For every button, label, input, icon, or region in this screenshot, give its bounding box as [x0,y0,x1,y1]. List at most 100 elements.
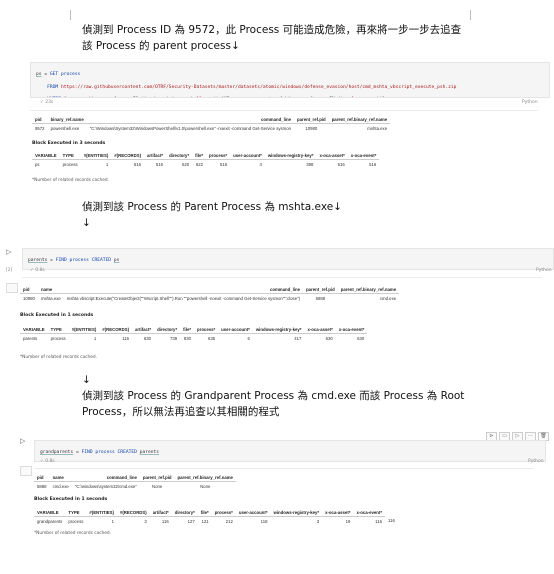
block-executed-label: Block Executed in 1 seconds [20,313,94,318]
column-header: directory* [171,509,198,517]
column-header: name [37,286,64,294]
column-header: x-oca-event* [353,509,385,517]
column-header: windows-registry-key* [270,509,323,517]
table-cell: 516 [133,161,142,167]
table-cell: None [152,483,163,489]
column-header: parent_ref.binary_ref.name [174,474,236,482]
table-cell: process [62,161,78,167]
code-cell-1[interactable]: ps = GET process FROM https://raw.github… [30,62,550,98]
column-header: directory* [154,326,181,334]
column-header: command_line [63,286,304,294]
language-label[interactable]: Python [522,100,538,105]
column-header: parent_ref.binary_ref.name [328,116,391,124]
column-header: #(RECORDS) [99,326,133,334]
markdown-cell-3: ↓ 偵測到該 Process 的 Grandparent Process 為 c… [82,372,502,420]
stats-table-2: VARIABLE TYPE #(ENTITIES) #(RECORDS) art… [20,326,368,343]
table-cell: 212 [225,518,233,524]
code-line: FROM https://raw.githubusercontent.com/O… [47,84,457,90]
output-divider [22,277,542,278]
exec-time: ✓ 23s [40,100,54,105]
table-cell: 630 [325,335,333,341]
column-header: VARIABLE [32,152,60,160]
output-gutter[interactable] [6,283,18,293]
corner-mark-top-left [62,10,71,20]
table-cell: ps [35,161,40,167]
language-label[interactable]: Python [536,268,552,273]
table-header-row: pid binary_ref.name command_line parent_… [32,116,391,124]
column-header: x-oca-event* [347,152,380,160]
table-cell: 4 [259,161,262,167]
table-cell: process [50,335,66,341]
code-line: WHERE [process:binary_ref.name IN ('cmd.… [36,97,544,98]
table-cell: 5888 [37,483,47,489]
table-cell: mshta.exe [40,295,61,301]
column-header: process* [194,326,219,334]
markdown-line: Process，所以無法再追查以其相關的程式 [82,406,280,418]
column-header: user-account* [218,326,253,334]
table-cell: 3 [316,518,320,524]
exec-time: ✓ 0.8s [30,268,45,273]
table-cell: 5888 [315,295,326,301]
column-header: user-account* [230,152,265,160]
column-header: VARIABLE [34,509,66,517]
column-header: directory* [166,152,193,160]
cache-note: *Number of related records cached. [20,355,97,360]
cache-note: *Number of related records cached. [34,531,111,536]
column-header: VARIABLE [20,326,48,334]
table-row: grandparents process 1 3 116 127 121 212… [34,517,398,526]
column-header: pid [34,474,50,482]
result-table-3: pid name command_line parent_ref.pid par… [34,474,236,490]
table-cell: 118 [260,518,268,524]
output-divider [34,468,534,469]
table-cell: 635 [208,335,216,341]
table-cell: 116 [161,518,169,524]
table-cell: 516 [337,161,345,167]
table-cell: process [68,518,84,524]
code-cell-3[interactable]: grandparents = FIND process CREATED pare… [34,440,546,462]
column-header: TYPE [65,509,87,517]
code-line: ps = GET process [36,72,81,78]
column-header: windows-registry-key* [252,326,305,334]
table-cell: "C:\windows\system32\cmd.exe" [74,483,137,489]
column-header: #(RECORDS) [111,152,145,160]
table-cell: 3 [144,518,147,524]
table-cell: 9572 [35,125,45,131]
table-cell: cmd.exe [52,483,69,489]
column-header: artifact* [132,326,155,334]
run-cell-icon[interactable]: ▷ [20,437,25,445]
column-header: TYPE [59,152,81,160]
table-header-row: VARIABLE TYPE #(ENTITIES) #(RECORDS) art… [20,326,368,334]
output-divider [30,110,538,111]
table-header-row: VARIABLE TYPE #(ENTITIES) #(RECORDS) art… [34,509,398,517]
table-header-row: pid name command_line parent_ref.pid par… [34,474,236,482]
table-cell: 1 [111,518,114,524]
table-cell: 121 [201,518,209,524]
language-label[interactable]: Python [528,459,544,464]
column-header: x-oca-asset* [316,152,348,160]
column-header: x-oca-asset* [304,326,336,334]
cache-note: *Number of related records cached. [32,178,109,183]
code-cell-2[interactable]: parents = FIND process CREATED ps DISP p… [22,248,554,270]
execution-counter: [2] [6,268,13,273]
column-header: TYPE [47,326,69,334]
table-row: 9572 powershell.exe "C:\Windows\System32… [32,124,390,133]
table-cell: 630 [143,335,152,341]
table-cell: mshta vbscript:Execute("CreateObject(""W… [66,295,301,301]
table-row: parents process 1 116 630 739 830 635 6 … [20,334,367,343]
table-header-row: VARIABLE TYPE #(ENTITIES) #(RECORDS) art… [32,152,380,160]
table-cell: 1 [93,335,97,341]
table-cell: 620 [181,161,190,167]
markdown-cell-1: 偵測到 Process ID 為 9572，此 Process 可能造成危險，再… [82,22,482,54]
table-cell: 516 [220,161,228,167]
result-table-1: pid binary_ref.name command_line parent_… [32,116,432,132]
run-cell-icon[interactable]: ▷ [6,248,11,256]
table-cell: 19 [345,518,351,524]
block-executed-label: Block Executed in 1 seconds [34,497,108,502]
column-header: name [49,474,72,482]
code-line: grandparents = FIND process CREATED pare… [40,450,160,456]
table-cell: cmd.exe [379,295,397,301]
column-header: file* [180,326,195,334]
table-cell: mshta.exe [367,125,388,131]
output-gutter[interactable] [20,466,32,476]
table-cell: 127 [187,518,195,524]
